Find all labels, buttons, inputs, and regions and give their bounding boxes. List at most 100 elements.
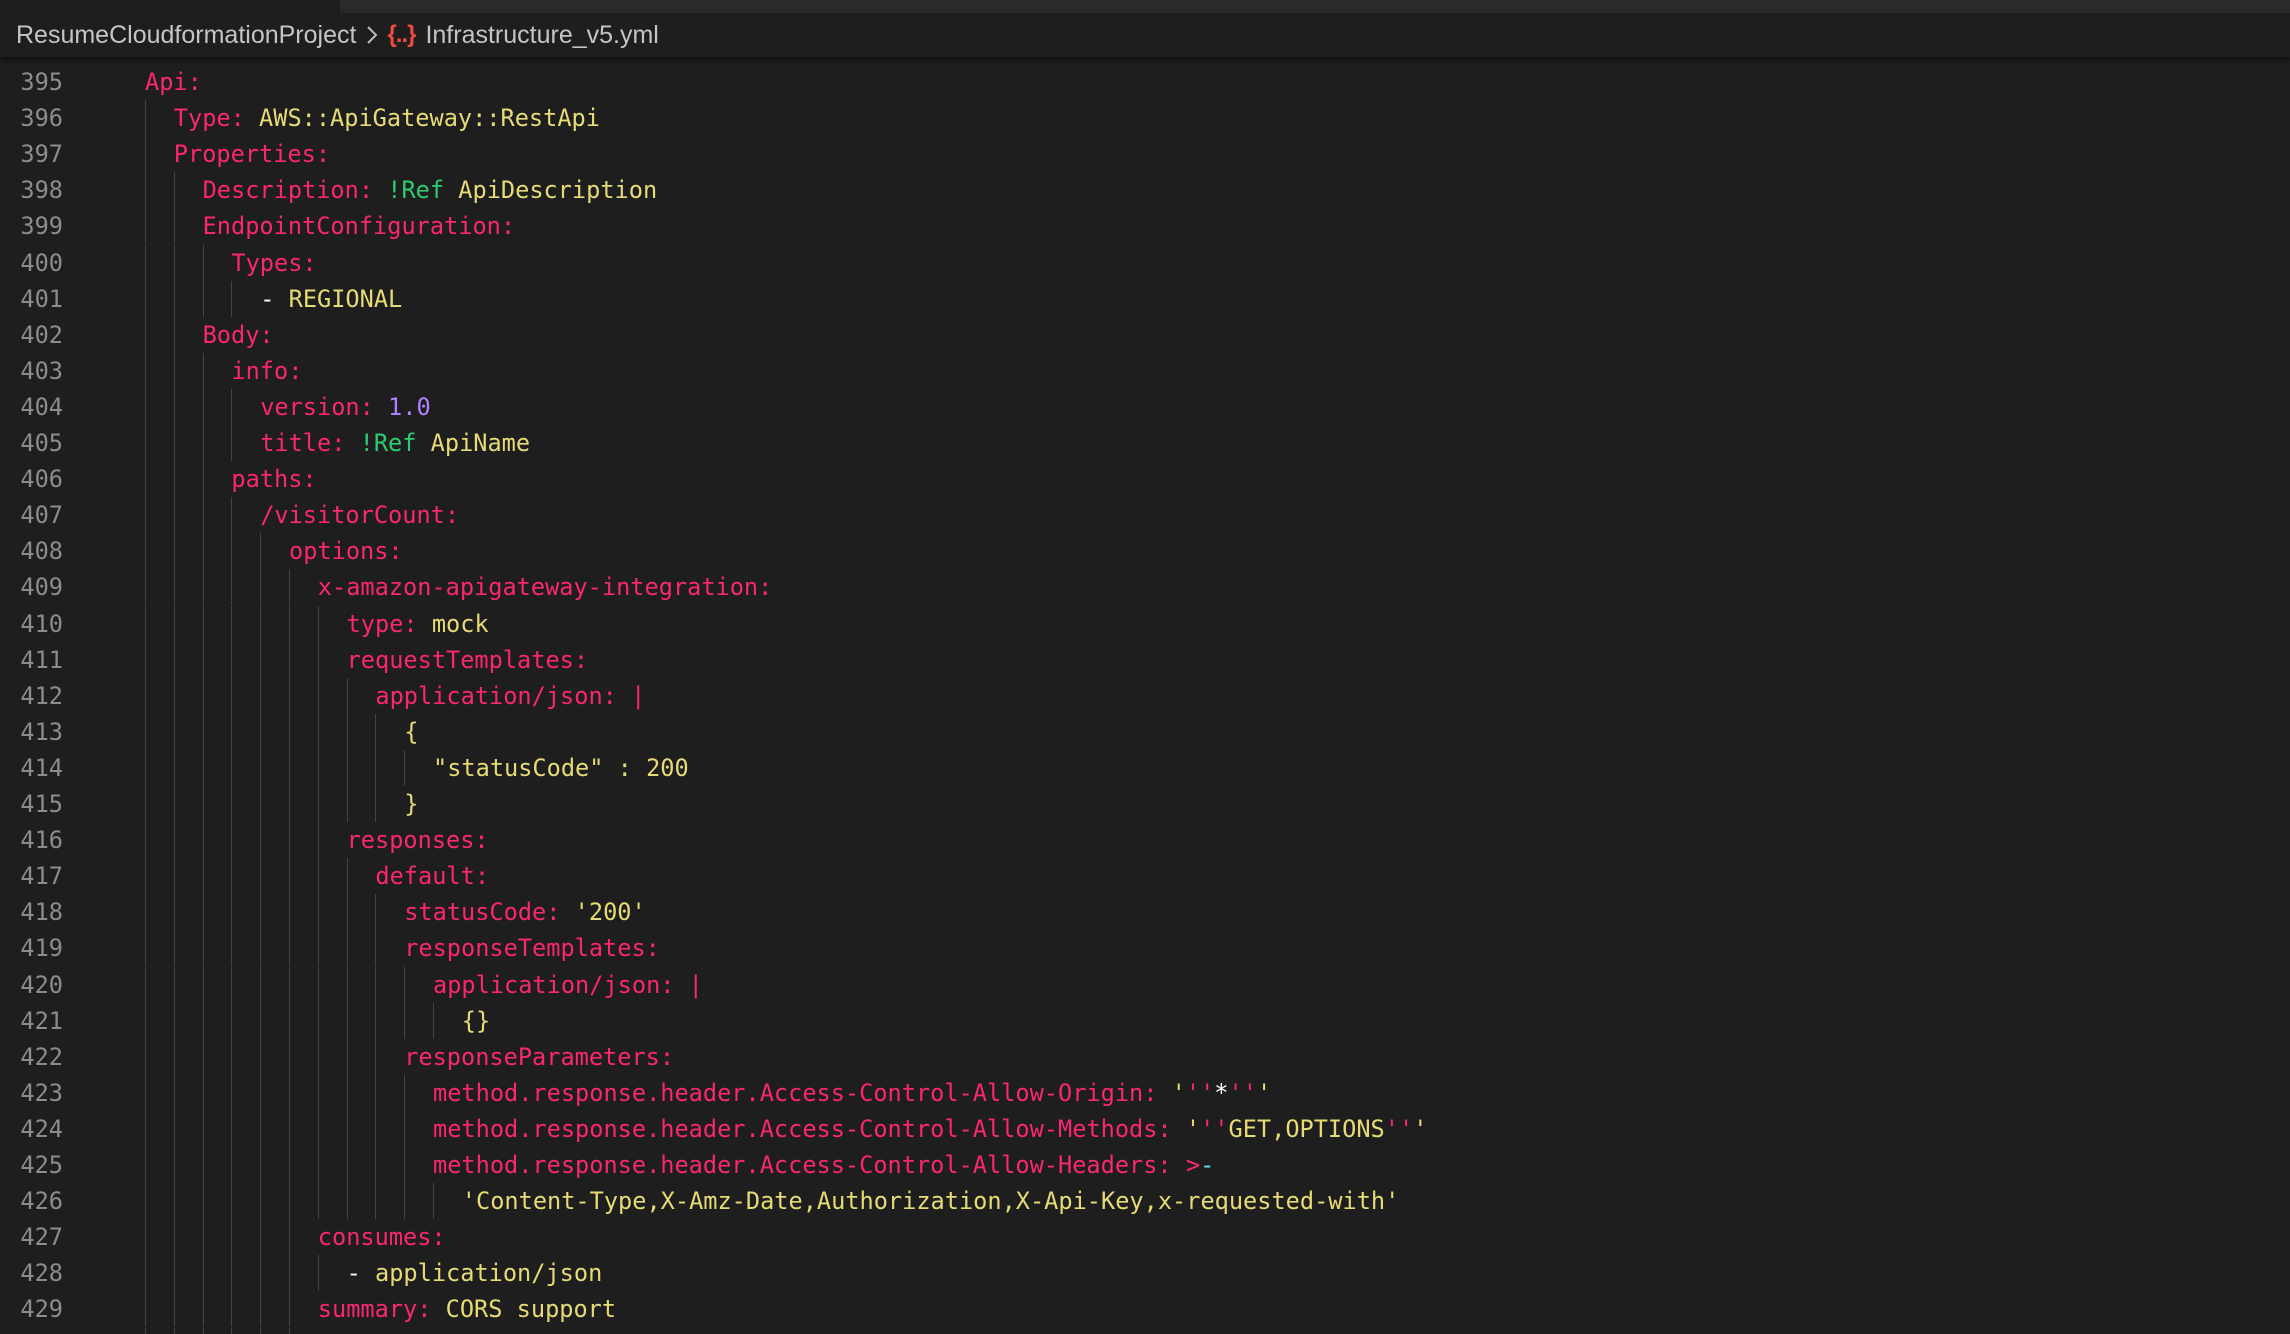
code-token: responseParameters:	[404, 1042, 675, 1071]
line-number: 406	[20, 465, 63, 494]
indent-guide	[317, 1002, 319, 1039]
indent-guide	[231, 605, 233, 642]
code-line[interactable]: 401 - REGIONAL	[0, 280, 2290, 317]
indent-guide	[346, 1147, 348, 1183]
indent-guide	[346, 749, 348, 786]
code-line[interactable]: 419 responseTemplates:	[0, 930, 2290, 967]
code-token: '	[1171, 1078, 1186, 1107]
indent-guide	[231, 930, 233, 967]
code-line[interactable]: 422 responseParameters:	[0, 1038, 2290, 1075]
code-line[interactable]: 420 application/json: |	[0, 966, 2290, 1003]
code-line[interactable]: 396 Type: AWS::ApiGateway::RestApi	[0, 100, 2290, 137]
indent-guide	[260, 1291, 262, 1328]
code-line[interactable]: 428 - application/json	[0, 1255, 2290, 1292]
code-line[interactable]: 418 statusCode: '200'	[0, 894, 2290, 931]
code-editor[interactable]: 395 Api: 396 Type: AWS::ApiGateway::RestApi…	[0, 62, 2290, 1334]
code-line[interactable]: 430	[0, 1327, 2290, 1334]
indent-guide	[145, 713, 146, 750]
indent-guide	[260, 1002, 262, 1039]
code-line[interactable]: 405 title: !Ref ApiName	[0, 425, 2290, 461]
code-line[interactable]: 412 application/json: |	[0, 677, 2290, 714]
line-number: 398	[20, 176, 63, 205]
code-line[interactable]: 426 'Content-Type,X-Amz-Date,Authorizatio…	[0, 1183, 2290, 1220]
indent-guide	[173, 966, 175, 1003]
indent-guide	[173, 1147, 175, 1183]
indent-guide	[404, 1183, 406, 1220]
code-token: mock	[431, 609, 489, 638]
code-line[interactable]: 413 {	[0, 713, 2290, 750]
indent-guide	[375, 749, 377, 786]
indent-guide	[346, 858, 348, 895]
indent-guide	[173, 352, 175, 389]
code-line[interactable]: 414 "statusCode" : 200	[0, 749, 2290, 786]
code-line[interactable]: 399 EndpointConfiguration:	[0, 208, 2290, 245]
code-line[interactable]: 425 method.response.header.Access-Control…	[0, 1147, 2290, 1183]
indent-guide	[346, 1002, 348, 1039]
breadcrumb-file[interactable]: Infrastructure_v5.yml	[425, 21, 658, 50]
indent-guide	[375, 894, 377, 931]
indent-guide	[260, 930, 262, 967]
code-line[interactable]: 415}	[0, 786, 2290, 822]
indent-guide	[202, 677, 204, 714]
indent-guide	[289, 749, 290, 786]
indent-guide	[289, 569, 290, 606]
code-token: REGIONAL	[288, 284, 403, 313]
line-number: 403	[20, 356, 63, 385]
code-line[interactable]: 409 x-amazon-apigateway-integration:	[0, 569, 2290, 606]
code-token: responseTemplates:	[404, 934, 660, 963]
code-line[interactable]: 408 options:	[0, 533, 2290, 570]
line-number: 418	[20, 898, 63, 927]
indent-guide	[231, 1110, 233, 1147]
code-line[interactable]: 406 paths:	[0, 461, 2290, 498]
code-line[interactable]: 398 Description: !Ref ApiDescription	[0, 172, 2290, 209]
code-token: ''	[1228, 1078, 1257, 1107]
code-text: }	[404, 786, 418, 822]
code-line[interactable]: 410 type: mock	[0, 605, 2290, 642]
code-line[interactable]: 402 Body:	[0, 316, 2290, 353]
indent-guide	[375, 1110, 377, 1147]
indent-guide	[202, 894, 204, 931]
code-line[interactable]: 416 responses:	[0, 822, 2290, 859]
code-line[interactable]: 429 summary: CORS support	[0, 1291, 2290, 1328]
code-line[interactable]: 407/visitorCount:	[0, 497, 2290, 534]
code-text: application/json: |	[433, 967, 703, 1003]
code-line[interactable]: 417 default:	[0, 858, 2290, 895]
code-token: method.response.header.Access-Control-Al…	[433, 1151, 1186, 1179]
indent-guide	[145, 100, 146, 137]
code-text: default:	[375, 858, 489, 894]
code-line[interactable]: 411 requestTemplates:	[0, 641, 2290, 678]
code-line[interactable]: 404 version: 1.0	[0, 388, 2290, 425]
tab-bar-scroll[interactable]	[340, 0, 2290, 13]
indent-guide	[404, 1147, 406, 1183]
code-line[interactable]: 397 Properties:	[0, 136, 2290, 173]
code-line[interactable]: 427 consumes:	[0, 1219, 2290, 1256]
indent-guide	[317, 677, 319, 714]
code-line[interactable]: 421 {}	[0, 1002, 2290, 1039]
indent-guide	[375, 1002, 377, 1039]
indent-guide	[145, 388, 146, 425]
code-line[interactable]: 423 method.response.header.Access-Control…	[0, 1074, 2290, 1111]
line-number: 400	[20, 248, 63, 277]
code-token: type:	[346, 609, 432, 638]
indent-guide	[289, 1183, 290, 1220]
breadcrumb-project[interactable]: ResumeCloudformationProject	[16, 21, 356, 50]
indent-guide	[145, 894, 146, 931]
indent-guide	[231, 677, 233, 714]
code-line[interactable]: 395 Api:	[0, 64, 2290, 100]
code-line[interactable]: 424 method.response.header.Access-Control…	[0, 1110, 2290, 1147]
indent-guide	[173, 244, 175, 281]
yaml-file-icon: {..}	[387, 21, 416, 48]
indent-guide	[289, 1002, 290, 1039]
indent-guide	[145, 569, 146, 606]
line-number: 399	[20, 212, 63, 241]
code-text: paths:	[231, 461, 316, 497]
indent-guide	[202, 569, 204, 606]
code-line[interactable]: 403 info:	[0, 352, 2290, 389]
indent-guide	[289, 822, 290, 859]
code-line[interactable]: 400 Types:	[0, 244, 2290, 281]
indent-guide	[173, 894, 175, 931]
indent-guide	[346, 1110, 348, 1147]
indent-guide	[289, 1219, 290, 1256]
code-token: ApiName	[430, 429, 531, 457]
indent-guide	[202, 533, 204, 570]
